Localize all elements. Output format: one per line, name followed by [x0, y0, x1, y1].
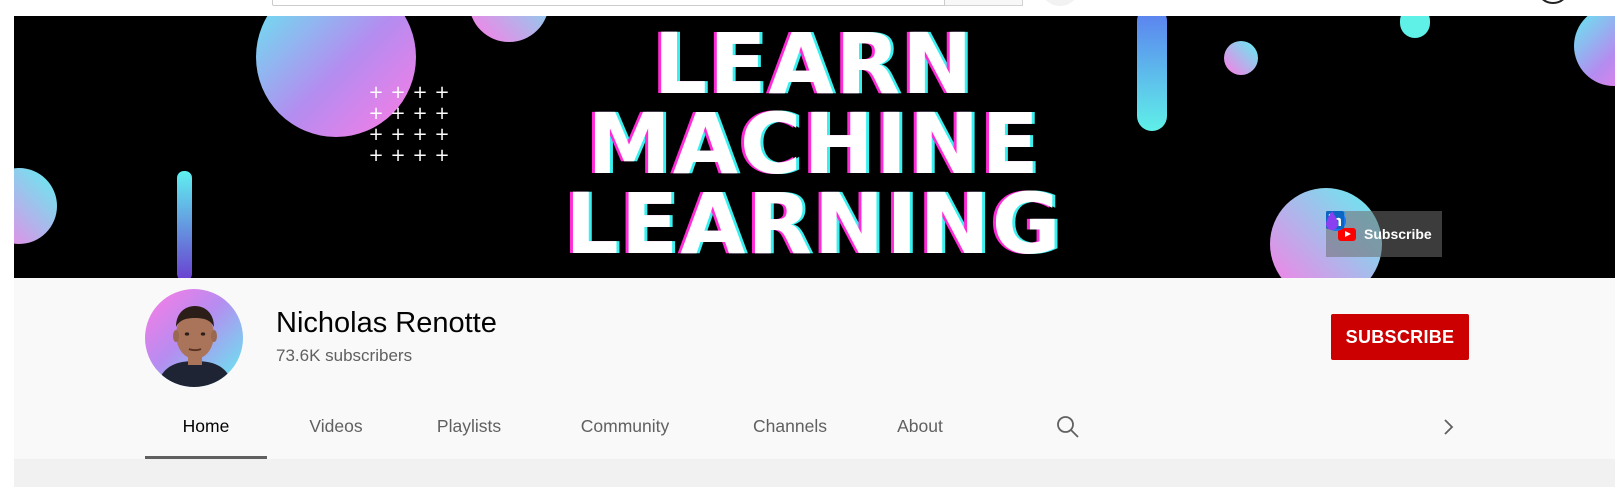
banner-headline-line: LEARN [653, 16, 975, 113]
decor-circle [1574, 16, 1615, 86]
linkedin-icon[interactable] [1326, 211, 1544, 246]
avatar[interactable] [145, 289, 243, 387]
tab-label: Home [182, 416, 230, 436]
search-button[interactable] [945, 0, 1023, 6]
channel-name: Nicholas Renotte [276, 307, 497, 339]
voice-search-button[interactable] [1040, 0, 1080, 6]
facebook-icon[interactable] [1326, 211, 1510, 246]
chevron-right-icon[interactable] [1435, 414, 1461, 440]
subscribe-button[interactable]: SUBSCRIBE [1331, 314, 1469, 360]
banner-links: Subscribe [1326, 211, 1615, 257]
tab-about[interactable]: About [870, 394, 970, 459]
decor-bar [177, 171, 192, 278]
decor-bar [1400, 16, 1430, 38]
banner-subscribe-label: Subscribe [1364, 226, 1432, 242]
tab-label: Playlists [436, 416, 502, 436]
tab-label: Community [580, 416, 670, 436]
tab-label: About [897, 416, 943, 436]
decor-circle [14, 168, 57, 244]
youtube-channel-page: + + + + + + + + + + + + + + + + LEARN MACHINE LEARNI… [0, 0, 1615, 487]
banner-headline-line: MACHINE [587, 95, 1041, 193]
content-area [14, 459, 1615, 487]
search-icon[interactable] [1055, 414, 1081, 440]
channel-banner: + + + + + + + + + + + + + + + + LEARN MACHINE LEARNI… [14, 16, 1615, 278]
decor-bar [1137, 16, 1167, 131]
tab-label: Channels [753, 416, 827, 436]
banner-headline: LEARN MACHINE LEARNING [534, 16, 1094, 273]
avatar-image [157, 306, 233, 387]
account-icon[interactable] [1536, 0, 1570, 4]
tab-label: Videos [309, 416, 363, 436]
tab-playlists[interactable]: Playlists [409, 394, 529, 459]
tab-community[interactable]: Community [561, 394, 689, 459]
channel-header: Nicholas Renotte 73.6K subscribers SUBSC… [14, 278, 1615, 459]
subscriber-count: 73.6K subscribers [276, 346, 413, 365]
tab-videos[interactable]: Videos [276, 394, 396, 459]
drop-icon[interactable] [1326, 211, 1578, 246]
banner-headline-line: LEARNING [565, 175, 1063, 273]
tab-home[interactable]: Home [145, 394, 267, 459]
channel-tabs: Home Videos Playlists Community Channels… [145, 394, 1454, 459]
decor-circle [1224, 41, 1258, 75]
twitter-icon[interactable] [1326, 211, 1476, 246]
tab-channels[interactable]: Channels [730, 394, 850, 459]
search-input[interactable] [272, 0, 945, 6]
plus-pattern: + + + + + + + + + + + + + + + + [368, 82, 450, 166]
masthead [0, 0, 1615, 16]
